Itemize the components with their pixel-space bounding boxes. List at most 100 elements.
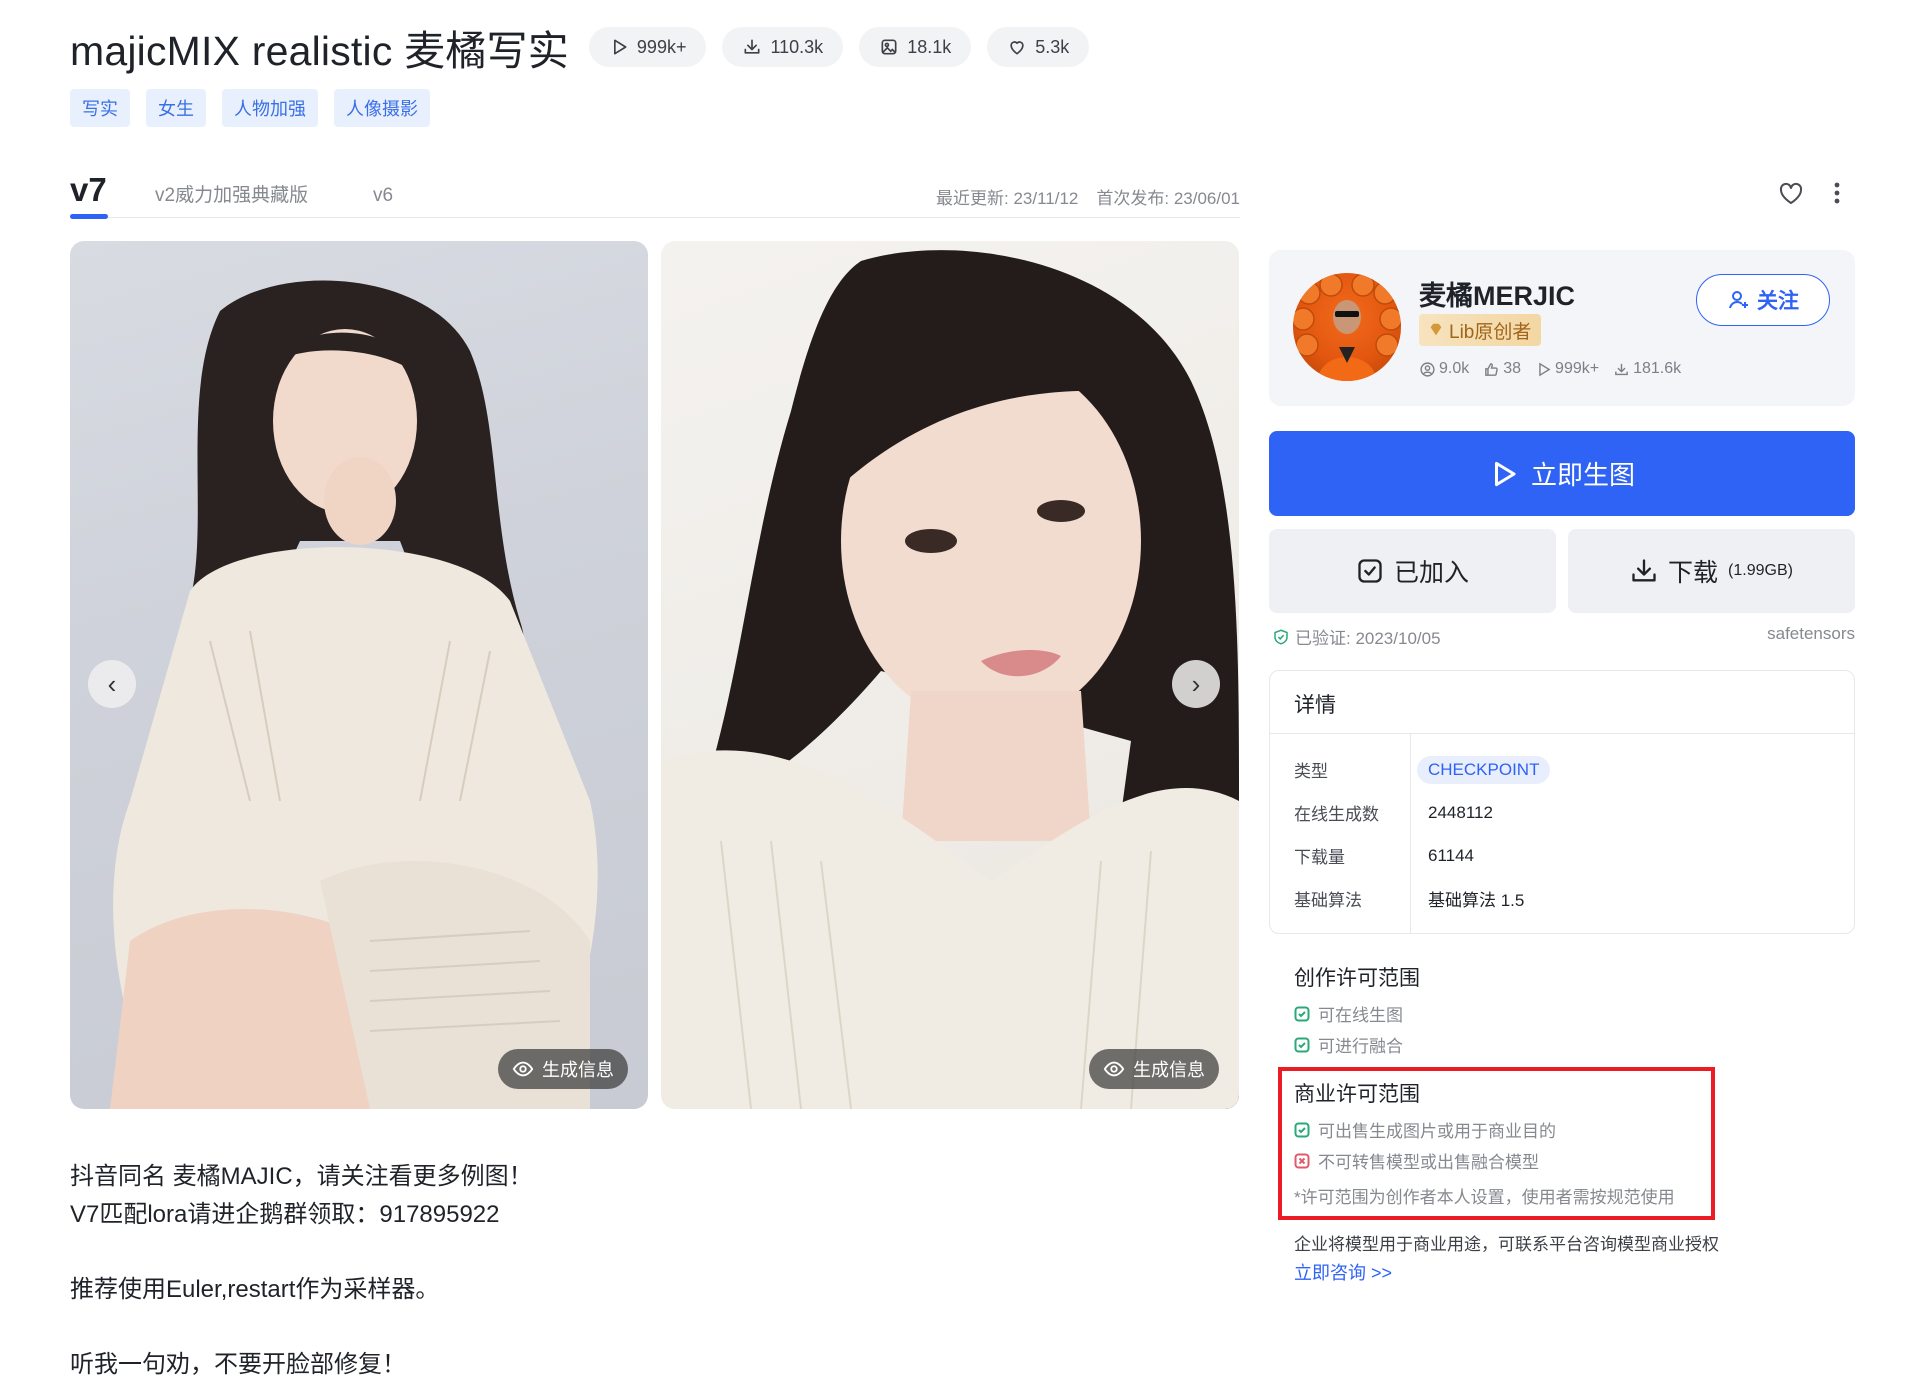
- detail-key: 在线生成数: [1294, 805, 1379, 824]
- description-line: 推荐使用Euler,restart作为采样器。: [70, 1276, 440, 1303]
- stat-runs[interactable]: 999k+: [588, 27, 707, 67]
- shield-check-icon: [1274, 628, 1288, 645]
- stat-images[interactable]: 18.1k: [859, 27, 972, 67]
- detail-row-downloads: 下载量 61144: [1270, 834, 1854, 877]
- generation-info-button[interactable]: 生成信息: [1089, 1049, 1219, 1089]
- tab-label: v7: [70, 171, 107, 208]
- highlight-annotation-box: [1278, 1067, 1715, 1220]
- author-likes: 38: [1483, 360, 1521, 378]
- gallery-prev-button[interactable]: ‹: [88, 660, 136, 708]
- play-icon: [613, 39, 627, 55]
- gallery-next-button[interactable]: ›: [1172, 660, 1220, 708]
- portrait-photo-1: [110, 280, 598, 1109]
- heart-icon: [1010, 41, 1024, 55]
- detail-row-type: 类型 CHECKPOINT: [1270, 748, 1854, 791]
- tab-v6[interactable]: v6: [373, 185, 393, 207]
- license-item-text: 可进行融合: [1318, 1037, 1403, 1056]
- stat-likes[interactable]: 5.3k: [987, 27, 1090, 67]
- eye-icon: [512, 1061, 534, 1077]
- thumbs-up-icon: [1485, 362, 1499, 376]
- download-button[interactable]: 下载 (1.99GB): [1568, 529, 1855, 613]
- detail-value: 基础算法 1.5: [1428, 891, 1525, 910]
- detail-key: 下载量: [1294, 848, 1345, 867]
- image-icon: [881, 39, 897, 55]
- tag[interactable]: 人像摄影: [334, 89, 430, 127]
- generation-info-label: 生成信息: [542, 1060, 614, 1080]
- follow-button[interactable]: 关注: [1696, 274, 1830, 326]
- author-downloads: 181.6k: [1613, 360, 1681, 378]
- stat-likes-value: 5.3k: [1035, 36, 1070, 57]
- gallery-image-2[interactable]: 生成信息: [661, 241, 1239, 1109]
- detail-value: 2448112: [1428, 802, 1493, 822]
- avatar[interactable]: [1293, 273, 1401, 381]
- author-name[interactable]: 麦橘MERJIC: [1419, 274, 1575, 313]
- published-date: 首次发布: 23/06/01: [1096, 189, 1240, 208]
- followers-value: 9.0k: [1439, 360, 1470, 377]
- download-icon: [744, 39, 760, 54]
- download-icon: [1615, 363, 1628, 375]
- avatar-image: [1293, 273, 1401, 381]
- verified-text: 已验证: 2023/10/05: [1295, 629, 1441, 648]
- author-card: 麦橘MERJIC Lib原创者 9.0k 38 999k+ 181.6k 关注: [1269, 250, 1855, 406]
- updated-date: 最近更新: 23/11/12: [936, 189, 1079, 208]
- tag[interactable]: 写实: [70, 89, 130, 127]
- description-line: V7匹配lora请进企鹅群领取：917895922: [70, 1201, 500, 1228]
- tab-v2[interactable]: v2威力加强典藏版: [155, 180, 308, 207]
- play-icon: [1494, 461, 1516, 486]
- likes-value: 38: [1503, 360, 1522, 377]
- detail-key: 类型: [1294, 762, 1328, 781]
- creative-license-title: 创作许可范围: [1294, 967, 1420, 990]
- portrait-photo-2: [661, 250, 1239, 1109]
- added-label: 已加入: [1393, 559, 1469, 587]
- gallery-image-1[interactable]: 生成信息: [70, 241, 648, 1109]
- creator-badge: Lib原创者: [1419, 314, 1542, 346]
- generation-info-button[interactable]: 生成信息: [498, 1049, 628, 1089]
- description-line: 抖音同名 麦橘MAJIC，请关注看更多例图！: [70, 1163, 533, 1190]
- play-icon: [1539, 362, 1551, 376]
- details-title: 详情: [1294, 694, 1336, 717]
- downloads-value: 181.6k: [1633, 360, 1682, 377]
- version-tabs: v7 v2威力加强典藏版 v6 最近更新: 23/11/12 首次发布: 23/0…: [70, 162, 1240, 219]
- detail-key: 基础算法: [1294, 891, 1362, 910]
- runs-value: 999k+: [1555, 360, 1600, 377]
- detail-row-base-algorithm: 基础算法 基础算法 1.5: [1270, 877, 1854, 920]
- details-panel: 详情 类型 CHECKPOINT 在线生成数 2448112 下载量 61144…: [1269, 670, 1855, 934]
- details-table: 类型 CHECKPOINT 在线生成数 2448112 下载量 61144 基础…: [1270, 733, 1854, 934]
- chevron-right-icon: ›: [1191, 668, 1201, 699]
- detail-row-online-generations: 在线生成数 2448112: [1270, 791, 1854, 834]
- generate-label: 立即生图: [1530, 460, 1635, 490]
- author-runs: 999k+: [1535, 360, 1599, 378]
- license-item-text: 可在线生图: [1318, 1006, 1403, 1025]
- file-format: safetensors: [1767, 624, 1855, 643]
- download-label: 下载: [1668, 559, 1719, 587]
- consult-now-link[interactable]: 立即咨询 >>: [1294, 1259, 1392, 1285]
- add-user-icon: [1729, 291, 1748, 309]
- stat-downloads[interactable]: 110.3k: [722, 27, 844, 67]
- verified-status: 已验证: 2023/10/05: [1272, 624, 1441, 649]
- enterprise-license-text: 企业将模型用于商业用途，可联系平台咨询模型商业授权: [1294, 1235, 1719, 1254]
- check-square-icon: [1294, 1006, 1310, 1021]
- generation-info-label: 生成信息: [1133, 1060, 1205, 1080]
- user-circle-icon: [1420, 361, 1435, 377]
- tab-v7[interactable]: v7: [70, 171, 107, 209]
- version-dates: 最近更新: 23/11/12 首次发布: 23/06/01: [936, 184, 1240, 209]
- tag[interactable]: 女生: [146, 89, 206, 127]
- creator-badge-label: Lib原创者: [1449, 321, 1532, 343]
- author-stats: 9.0k 38 999k+ 181.6k: [1419, 360, 1681, 378]
- tag[interactable]: 人物加强: [222, 89, 318, 127]
- favorite-heart-icon[interactable]: [1776, 178, 1806, 208]
- added-button[interactable]: 已加入: [1269, 529, 1556, 613]
- active-tab-indicator: [70, 214, 108, 219]
- model-title: majicMIX realistic 麦橘写实: [70, 28, 569, 74]
- eye-icon: [1103, 1061, 1125, 1077]
- more-options-icon[interactable]: [1826, 178, 1848, 208]
- description-line: 听我一句劝，不要开脸部修复！: [70, 1351, 406, 1378]
- generate-image-button[interactable]: 立即生图: [1269, 431, 1855, 516]
- stat-runs-value: 999k+: [636, 36, 687, 57]
- diamond-icon: [1430, 323, 1442, 336]
- model-description: 抖音同名 麦橘MAJIC，请关注看更多例图！ V7匹配lora请进企鹅群领取：9…: [70, 1158, 533, 1384]
- title-row: majicMIX realistic 麦橘写实 999k+ 110.3k 18.…: [70, 18, 1090, 76]
- creative-license: 创作许可范围 可在线生图 可进行融合: [1294, 962, 1420, 1060]
- chevron-left-icon: ‹: [107, 668, 117, 699]
- stat-downloads-value: 110.3k: [770, 36, 824, 57]
